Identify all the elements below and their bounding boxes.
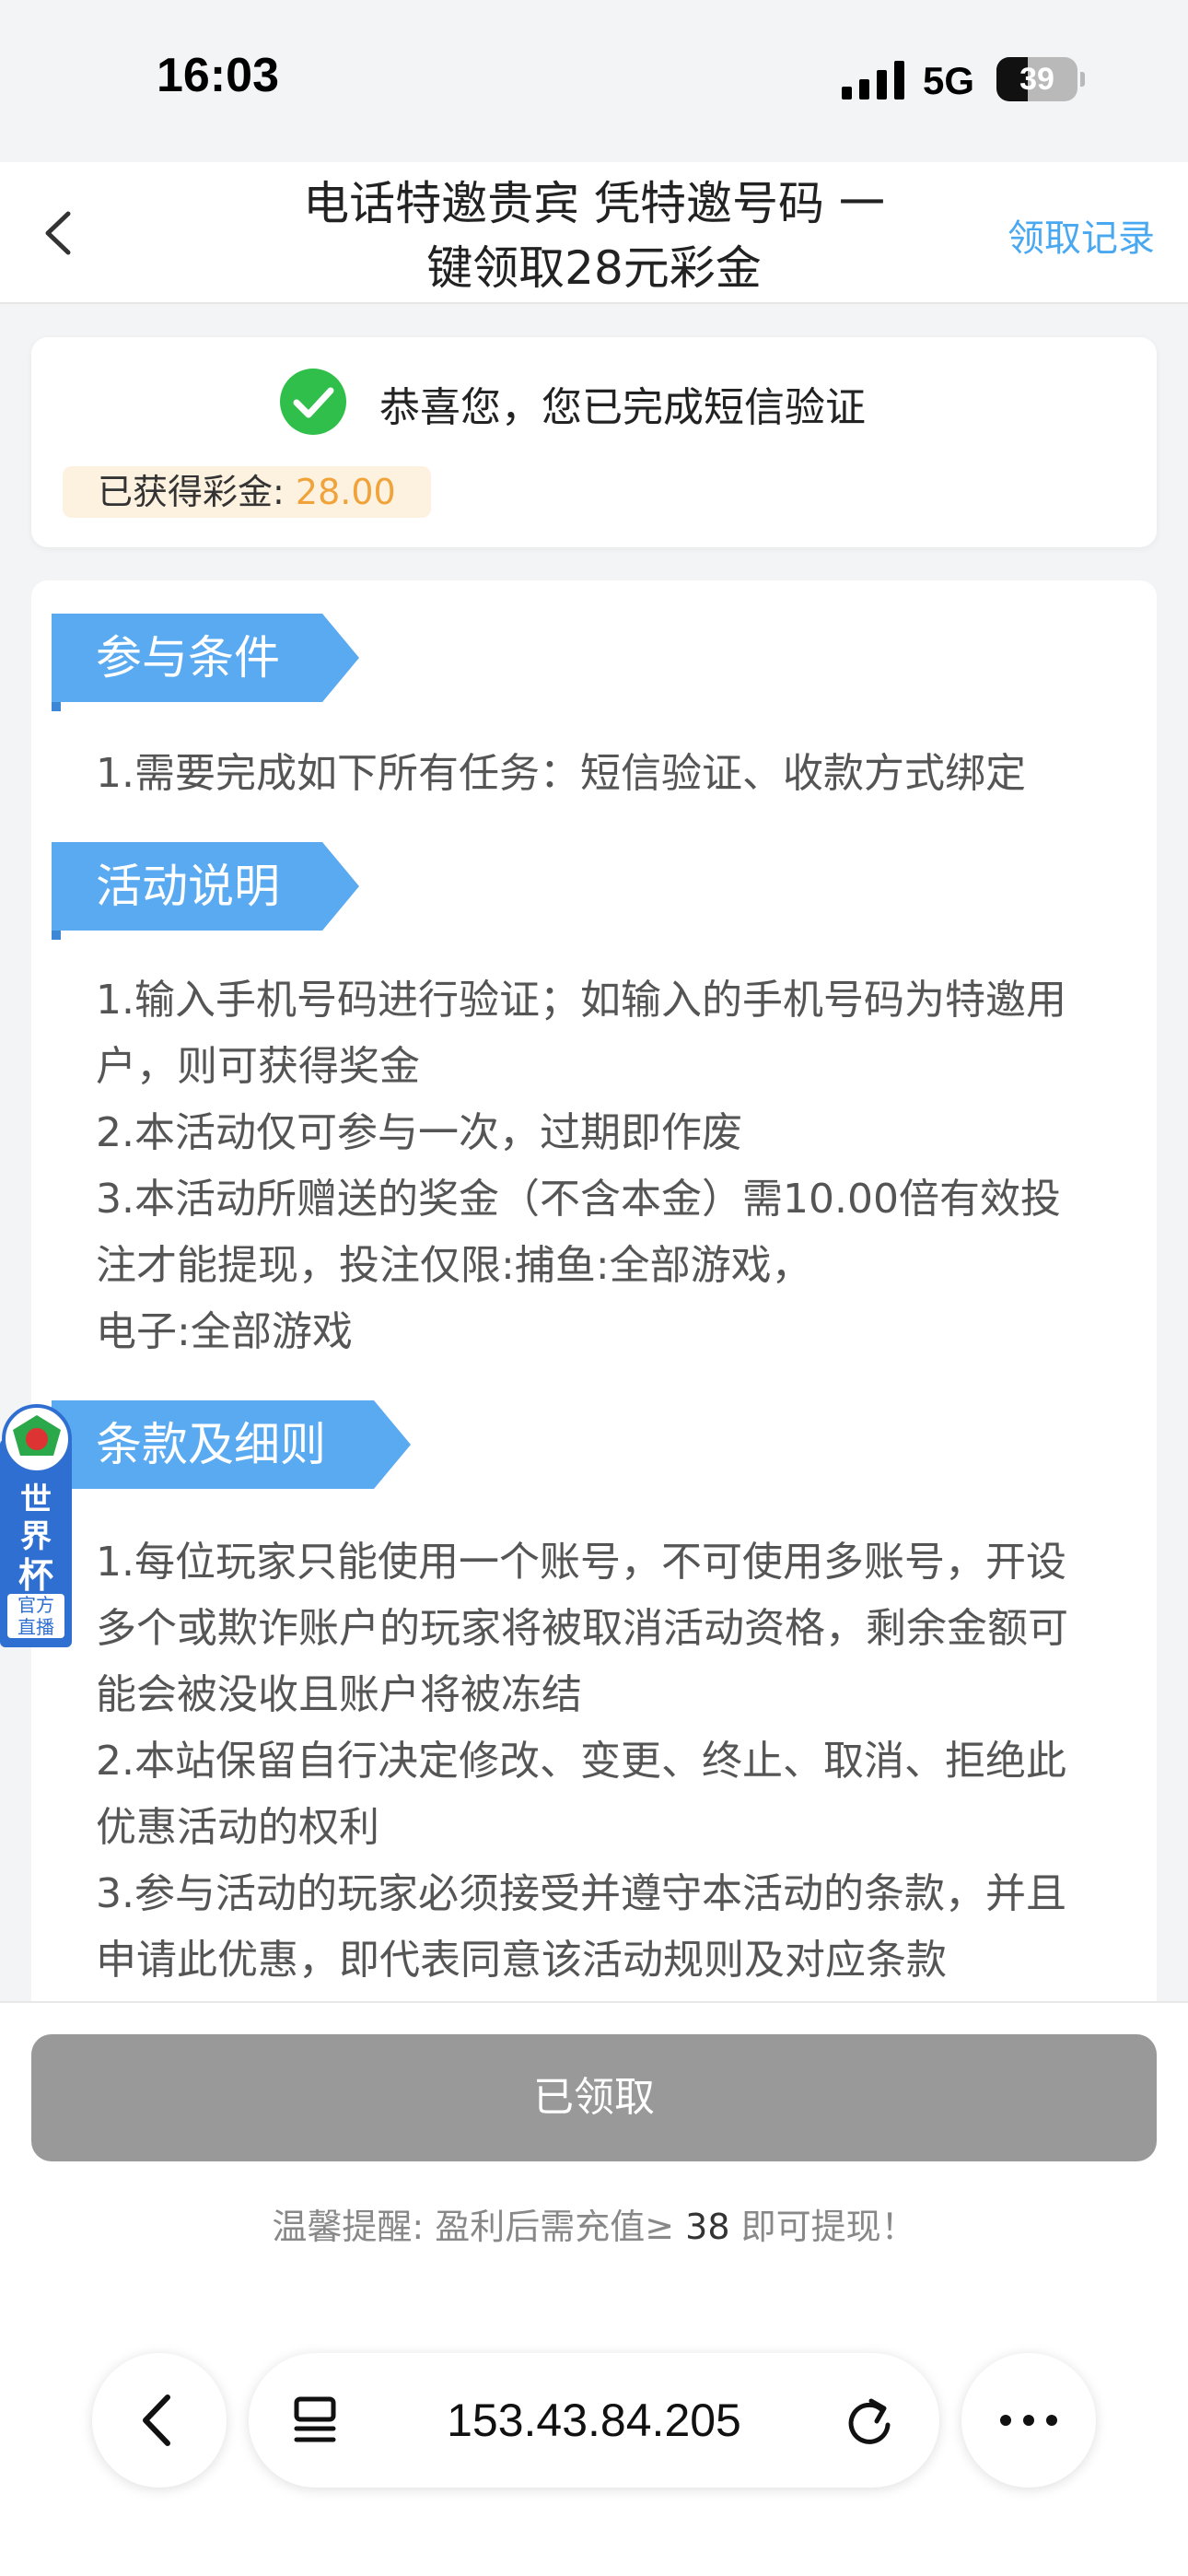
text-line: 3.本活动所赠送的奖金（不含本金）需10.00倍有效投: [96, 1176, 1061, 1223]
url-text[interactable]: 153.43.84.205: [249, 2353, 939, 2488]
text-line: 1.需要完成如下所有任务：短信验证、收款方式绑定: [96, 750, 1026, 797]
text-line: 1.输入手机号码进行验证；如输入的手机号码为特邀用: [96, 977, 1066, 1024]
text-line: 1.每位玩家只能使用一个账号，不可使用多账号，开设: [96, 1539, 1066, 1586]
text-line: 优惠活动的权利: [96, 1804, 379, 1851]
back-button[interactable]: [28, 199, 92, 267]
success-message: 恭喜您，您已完成短信验证: [379, 384, 866, 431]
network-type: 5G: [923, 59, 975, 102]
text-line: 申请此优惠，即代表同意该活动规则及对应条款: [96, 1937, 947, 1984]
bonus-label: 已获得彩金:: [98, 472, 285, 512]
rules-card: 参与条件 1.需要完成如下所有任务：短信验证、收款方式绑定 活动说明 1.输入手…: [31, 580, 1157, 2055]
reminder-prefix: 温馨提醒: 盈利后需充值≥: [272, 2207, 686, 2247]
reload-icon[interactable]: [842, 2394, 897, 2449]
text-line: 多个或欺诈账户的玩家将被取消活动资格，剩余金额可: [96, 1605, 1068, 1652]
address-bar[interactable]: 153.43.84.205: [249, 2353, 939, 2488]
claim-records-link[interactable]: 领取记录: [1007, 208, 1155, 262]
chevron-left-icon: [143, 2395, 170, 2446]
text-line: 户，则可获得奖金: [96, 1043, 420, 1090]
section-title: 活动说明: [96, 860, 280, 913]
section-title: 条款及细则: [96, 1418, 326, 1471]
more-dots-icon: [1000, 2415, 1057, 2426]
text-line: 2.本站保留自行决定修改、变更、终止、取消、拒绝此: [96, 1738, 1066, 1785]
section-body-conditions: 1.需要完成如下所有任务：短信验证、收款方式绑定: [96, 741, 1155, 807]
status-bar: 16:03 5G 39: [0, 0, 1188, 162]
check-circle-icon: [280, 369, 346, 435]
worldcup-text: 世界 杯: [6, 1481, 66, 1596]
official-live-line-1: 官方: [17, 1594, 54, 1616]
section-tag-conditions: 参与条件: [52, 614, 359, 711]
official-live-label: 官方 直播: [7, 1594, 64, 1638]
reminder-suffix: 即可提现！: [729, 2207, 916, 2247]
page-title: 电话特邀贵宾 凭特邀号码 一 键领取28元彩金: [230, 171, 958, 300]
section-body-terms: 1.每位玩家只能使用一个账号，不可使用多账号，开设 多个或欺诈账户的玩家将被取消…: [96, 1529, 1155, 1994]
section-tag-terms: 条款及细则: [52, 1400, 411, 1498]
status-time: 16:03: [157, 49, 279, 102]
browser-back-button[interactable]: [92, 2353, 227, 2488]
verification-success-card: 恭喜您，您已完成短信验证 已获得彩金: 28.00: [31, 337, 1157, 547]
claimed-button[interactable]: 已领取: [31, 2034, 1157, 2161]
section-tag-description: 活动说明: [52, 842, 359, 940]
section-title: 参与条件: [96, 631, 280, 685]
text-line: 3.参与活动的玩家必须接受并遵守本活动的条款，并且: [96, 1870, 1066, 1917]
worldcup-text-line-2: 杯: [17, 1555, 53, 1596]
browser-toolbar: 153.43.84.205: [0, 2322, 1188, 2576]
bonus-badge: 已获得彩金: 28.00: [63, 466, 431, 518]
reader-mode-icon[interactable]: [289, 2394, 343, 2447]
official-live-line-2: 直播: [17, 1616, 54, 1638]
text-line: 注才能提现，投注仅限:捕鱼:全部游戏，: [96, 1242, 812, 1289]
chevron-left-icon: [45, 211, 71, 255]
battery-icon: 39: [996, 57, 1085, 101]
worldcup-live-badge[interactable]: 世界 杯 官方 直播: [0, 1402, 76, 1651]
page-title-line-1: 电话特邀贵宾 凭特邀号码 一: [303, 177, 885, 230]
page-title-line-2: 键领取28元彩金: [426, 241, 762, 295]
text-line: 2.本活动仅可参与一次，过期即作废: [96, 1109, 742, 1156]
battery-percent: 39: [1019, 62, 1054, 97]
worldcup-text-line-1: 世界: [20, 1481, 52, 1555]
text-line: 电子:全部游戏: [96, 1308, 353, 1355]
nav-header: 电话特邀贵宾 凭特邀号码 一 键领取28元彩金 领取记录: [0, 162, 1188, 304]
bonus-amount: 28.00: [295, 472, 396, 512]
more-button[interactable]: [961, 2353, 1096, 2488]
cellular-signal-icon: [842, 61, 904, 100]
section-body-description: 1.输入手机号码进行验证；如输入的手机号码为特邀用 户，则可获得奖金 2.本活动…: [96, 967, 1155, 1365]
text-line: 能会被没收且账户将被冻结: [96, 1671, 582, 1718]
reminder-amount: 38: [685, 2207, 730, 2247]
withdraw-reminder: 温馨提醒: 盈利后需充值≥ 38 即可提现！: [0, 2198, 1188, 2249]
